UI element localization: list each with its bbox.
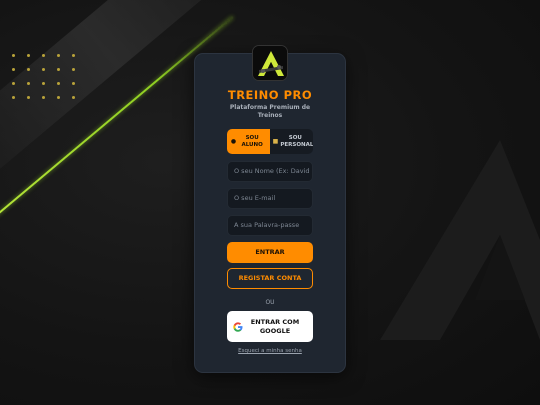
app-title: TREINO PRO xyxy=(227,88,313,102)
role-option-trainer[interactable]: ■ SOU PERSONAL xyxy=(270,129,313,154)
google-login-button[interactable]: ENTRAR COM GOOGLE xyxy=(227,311,313,342)
brand-logo-icon xyxy=(252,45,288,81)
role-option-label: SOU ALUNO xyxy=(241,134,263,148)
forgot-password-link[interactable]: Esqueci a minha senha xyxy=(194,348,346,354)
app-subtitle: Plataforma Premium de Treinos xyxy=(229,104,311,119)
role-toggle: ● SOU ALUNO ■ SOU PERSONAL xyxy=(227,129,313,154)
trainer-icon: ■ xyxy=(272,138,279,145)
password-input[interactable]: A sua Palavra-passe xyxy=(227,215,313,236)
divider-label: OU xyxy=(265,299,275,306)
name-input[interactable]: O seu Nome (Ex: David xyxy=(227,161,313,182)
background-dot-grid xyxy=(12,54,87,110)
login-button[interactable]: ENTRAR xyxy=(227,242,313,263)
role-option-label: SOU PERSONAL xyxy=(280,134,313,148)
background-logo-mark xyxy=(380,140,540,340)
google-icon xyxy=(233,321,243,332)
role-option-student[interactable]: ● SOU ALUNO xyxy=(227,129,270,154)
google-login-label: ENTRAR COM GOOGLE xyxy=(250,317,300,335)
email-input[interactable]: O seu E-mail xyxy=(227,188,313,209)
register-button[interactable]: REGISTAR CONTA xyxy=(227,268,313,289)
student-icon: ● xyxy=(230,138,237,145)
